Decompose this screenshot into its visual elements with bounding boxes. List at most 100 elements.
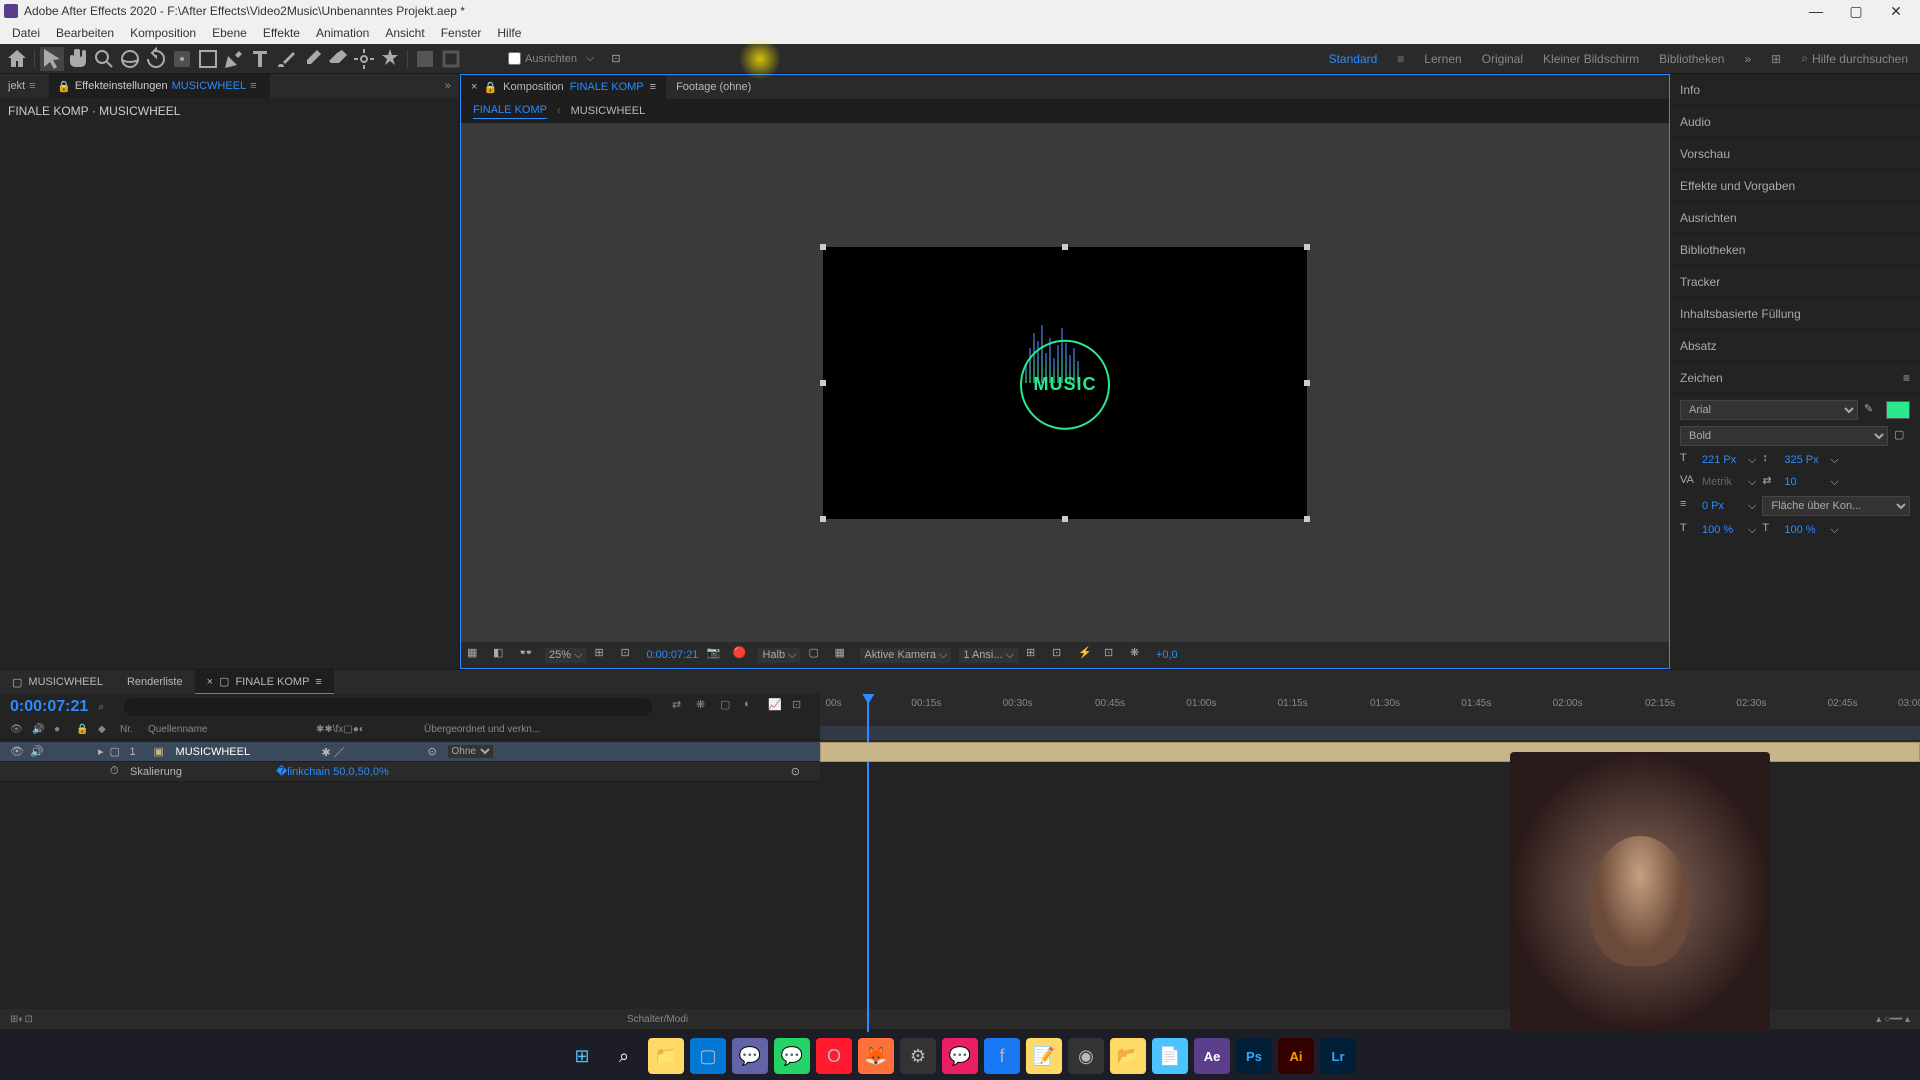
anchor-tool[interactable] <box>170 47 194 71</box>
taskbar-app[interactable]: ⚙ <box>900 1038 936 1074</box>
timeline-tab-renderliste[interactable]: Renderliste <box>115 670 195 694</box>
zoom-dropdown[interactable]: 25% ⌵ <box>545 648 586 663</box>
taskbar-notes[interactable]: 📝 <box>1026 1038 1062 1074</box>
motion-blur-icon[interactable]: ◐ <box>744 698 762 716</box>
close-tab-icon[interactable]: × <box>207 676 213 688</box>
snap-opts-icon[interactable]: ⌵ <box>578 47 602 71</box>
timeline-search[interactable] <box>124 698 652 716</box>
switches-label[interactable]: Schalter/Modi <box>627 1014 688 1025</box>
zoom-tool[interactable] <box>92 47 116 71</box>
resolution-icon[interactable]: ⊞ <box>594 646 612 664</box>
panel-audio[interactable]: Audio <box>1670 106 1920 138</box>
taskbar-ae[interactable]: Ae <box>1194 1038 1230 1074</box>
close-button[interactable]: ✕ <box>1876 0 1916 22</box>
taskbar-obs[interactable]: ◉ <box>1068 1038 1104 1074</box>
taskbar-opera[interactable]: O <box>816 1038 852 1074</box>
text-tool[interactable] <box>248 47 272 71</box>
close-tab-icon[interactable]: × <box>471 81 477 93</box>
taskbar-messenger[interactable]: 💬 <box>942 1038 978 1074</box>
vscale-value[interactable]: 100 % <box>1702 524 1742 536</box>
timeline-tab-musicwheel[interactable]: ▢MUSICWHEEL <box>0 670 115 694</box>
taskbar-windows[interactable]: ⊞ <box>564 1038 600 1074</box>
search-icon[interactable]: ⌕ <box>98 701 104 714</box>
grid-icon[interactable]: ▦ <box>467 646 485 664</box>
rotate-tool[interactable] <box>144 47 168 71</box>
stopwatch-icon[interactable]: ⏱ <box>110 765 124 778</box>
eraser-tool[interactable] <box>326 47 350 71</box>
panel-overflow-icon[interactable]: » <box>437 80 459 92</box>
footage-tab[interactable]: Footage (ohne) <box>666 75 761 99</box>
taskbar-notepad[interactable]: 📄 <box>1152 1038 1188 1074</box>
comp-canvas[interactable]: MUSIC <box>823 247 1307 519</box>
menu-bearbeiten[interactable]: Bearbeiten <box>48 26 122 40</box>
home-tool[interactable] <box>5 47 29 71</box>
speaker-icon[interactable]: 🔊 <box>30 745 44 758</box>
camera-dropdown[interactable]: Aktive Kamera ⌵ <box>860 648 951 663</box>
parent-dropdown[interactable]: Ohne <box>448 745 493 758</box>
quality-dropdown[interactable]: Halb ⌵ <box>758 648 800 663</box>
taskbar-whatsapp[interactable]: 💬 <box>774 1038 810 1074</box>
project-tab[interactable]: jekt≡ <box>0 74 49 98</box>
exposure-value[interactable]: +0,0 <box>1156 649 1178 661</box>
font-weight-select[interactable]: Bold <box>1680 426 1888 446</box>
fill-swatch[interactable] <box>413 47 437 71</box>
timeline-tab-finale[interactable]: × ▢FINALE KOMP≡ <box>195 670 334 694</box>
font-size-value[interactable]: 221 Px <box>1702 454 1742 466</box>
layer-prop-skalierung[interactable]: ⏱ Skalierung �linkchain 50,0,50,0% ⊙ <box>0 762 820 782</box>
frame-blend-icon[interactable]: ▢ <box>720 698 738 716</box>
snapshot-icon[interactable]: 📷 <box>706 646 724 664</box>
tracking-value[interactable]: 10 <box>1784 476 1824 488</box>
taskbar-search[interactable]: ⌕ <box>606 1038 642 1074</box>
panel-bibliotheken[interactable]: Bibliotheken <box>1670 234 1920 266</box>
leading-value[interactable]: 325 Px <box>1784 454 1824 466</box>
panel-absatz[interactable]: Absatz <box>1670 330 1920 362</box>
taskbar-firefox[interactable]: 🦊 <box>858 1038 894 1074</box>
taskbar-explorer[interactable]: 📁 <box>648 1038 684 1074</box>
region-icon[interactable]: ▢ <box>808 646 826 664</box>
panel-info[interactable]: Info <box>1670 74 1920 106</box>
panel-zeichen[interactable]: Zeichen≡ <box>1670 362 1920 394</box>
font-family-select[interactable]: Arial <box>1680 400 1858 420</box>
menu-ebene[interactable]: Ebene <box>204 26 255 40</box>
fast-preview-icon[interactable]: ⚡ <box>1078 646 1096 664</box>
workspace-original[interactable]: Original <box>1482 52 1523 66</box>
selection-tool[interactable] <box>40 47 64 71</box>
orbit-tool[interactable] <box>118 47 142 71</box>
workspace-standard[interactable]: Standard <box>1329 52 1378 66</box>
workspace-kleiner[interactable]: Kleiner Bildschirm <box>1543 52 1639 66</box>
composition-viewer[interactable]: MUSIC <box>461 123 1669 642</box>
eye-col-icon[interactable]: 👁 <box>10 724 24 735</box>
comp-tree-icon[interactable]: ⇄ <box>672 698 690 716</box>
menu-fenster[interactable]: Fenster <box>433 26 490 40</box>
glasses-icon[interactable]: 👓 <box>519 646 537 664</box>
panel-vorschau[interactable]: Vorschau <box>1670 138 1920 170</box>
taskbar-ai[interactable]: Ai <box>1278 1038 1314 1074</box>
stroke-width-value[interactable]: 0 Px <box>1702 500 1742 512</box>
panel-content-aware[interactable]: Inhaltsbasierte Füllung <box>1670 298 1920 330</box>
taskbar-ps[interactable]: Ps <box>1236 1038 1272 1074</box>
workspace-overflow-icon[interactable]: » <box>1744 52 1751 66</box>
fill-over-stroke-select[interactable]: Fläche über Kon... <box>1762 496 1910 516</box>
menu-komposition[interactable]: Komposition <box>122 26 204 40</box>
views-dropdown[interactable]: 1 Ansi... ⌵ <box>959 648 1018 663</box>
workspace-reset-icon[interactable]: ⊞ <box>1771 52 1781 66</box>
brain-icon[interactable]: ⊡ <box>792 698 810 716</box>
taskbar-files[interactable]: 📂 <box>1110 1038 1146 1074</box>
graph-icon[interactable]: 📈 <box>768 698 786 716</box>
menu-datei[interactable]: Datei <box>4 26 48 40</box>
menu-ansicht[interactable]: Ansicht <box>377 26 432 40</box>
toggle3-icon[interactable]: ⊡ <box>24 1014 32 1025</box>
snap-checkbox[interactable] <box>508 52 521 65</box>
transparency-icon[interactable]: ▦ <box>834 646 852 664</box>
toggle-icon[interactable]: ⊞ <box>10 1014 18 1025</box>
comp-tab-finale[interactable]: × 🔒 Komposition FINALE KOMP ≡ <box>461 75 666 99</box>
taskbar-edge[interactable]: ▢ <box>690 1038 726 1074</box>
stroke-swatch[interactable] <box>439 47 463 71</box>
puppet-tool[interactable] <box>378 47 402 71</box>
shape-tool[interactable] <box>196 47 220 71</box>
eyedropper-icon[interactable]: ✎ <box>1864 402 1880 418</box>
timeline-ruler[interactable]: 00s 00:15s 00:30s 00:45s 01:00s 01:15s 0… <box>820 694 1920 742</box>
hscale-value[interactable]: 100 % <box>1784 524 1824 536</box>
minimize-button[interactable]: — <box>1796 0 1836 22</box>
workspace-lernen[interactable]: Lernen <box>1424 52 1461 66</box>
